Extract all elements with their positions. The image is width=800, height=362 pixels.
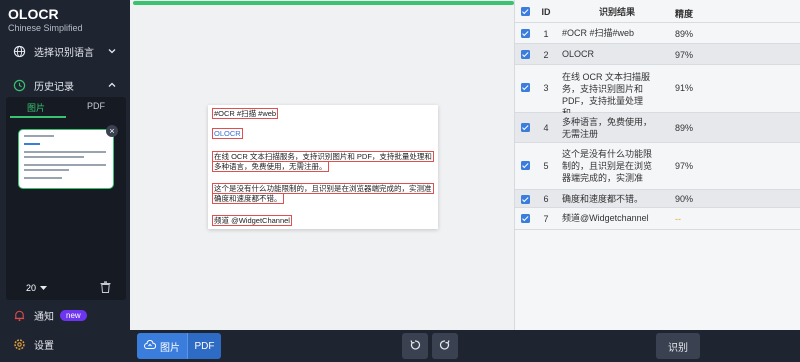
document-preview: #OCR #扫描 #web OLOCR 在线 OCR 文本扫描服务，支持识别图片… bbox=[208, 105, 438, 229]
settings-label: 设置 bbox=[34, 340, 54, 352]
history-label: 历史记录 bbox=[34, 81, 74, 93]
row-text: 在线 OCR 文本扫描服务，支持识别图片和PDF，支持批量处理和 bbox=[562, 72, 651, 118]
row-id: 6 bbox=[543, 194, 549, 204]
image-button-label: 图片 bbox=[160, 342, 180, 354]
history-panel: 图片 PDF × 20 bbox=[6, 97, 126, 300]
header-result: 识别结果 bbox=[598, 7, 635, 17]
new-badge: new bbox=[60, 309, 87, 321]
row-checkbox[interactable] bbox=[521, 161, 530, 170]
upload-button-group: 图片 PDF bbox=[137, 333, 221, 359]
recognize-button[interactable]: 识别 bbox=[656, 333, 700, 359]
gear-icon bbox=[12, 337, 26, 351]
history-toggle[interactable]: 历史记录 bbox=[0, 74, 130, 96]
table-row[interactable]: 3 在线 OCR 文本扫描服务，支持识别图片和PDF，支持批量处理和 91% bbox=[515, 65, 800, 118]
upload-image-button[interactable]: 图片 bbox=[137, 333, 187, 359]
row-checkbox[interactable] bbox=[521, 29, 530, 38]
table-row[interactable]: 7 频道@Widgetchannel -- bbox=[515, 208, 800, 230]
row-accuracy: 89% bbox=[675, 123, 694, 133]
sidebar: OLOCR Chinese Simplified 选择识别语言 历史记录 图片 … bbox=[0, 0, 130, 362]
row-accuracy: 90% bbox=[675, 194, 694, 204]
cloud-upload-icon bbox=[144, 339, 157, 353]
row-accuracy: 89% bbox=[675, 29, 694, 39]
globe-icon bbox=[12, 44, 26, 58]
results-table: ID 识别结果 精度 1 #OCR #扫描#web 89% 2 OLOCR 97… bbox=[514, 0, 800, 330]
row-id: 7 bbox=[543, 214, 549, 224]
ocr-box[interactable]: 确度和速度都不错。 bbox=[212, 193, 284, 204]
language-select-label: 选择识别语言 bbox=[34, 47, 94, 59]
history-thumbnail[interactable] bbox=[18, 129, 114, 189]
row-text: 确度和速度都不错。 bbox=[562, 194, 644, 204]
right-bottom-bar bbox=[714, 330, 800, 362]
row-accuracy: 91% bbox=[675, 83, 694, 93]
table-row[interactable]: 2 OLOCR 97% bbox=[515, 44, 800, 65]
bottom-toolbar: 图片 PDF 识别 bbox=[130, 330, 714, 362]
ocr-box[interactable]: 多种语言，免费使用，无需注册。 bbox=[212, 161, 329, 172]
page-size-select[interactable]: 20 bbox=[26, 283, 48, 293]
row-id: 1 bbox=[543, 29, 549, 39]
caret-down-icon bbox=[40, 283, 48, 293]
row-checkbox[interactable] bbox=[521, 83, 530, 92]
ocr-box[interactable]: #OCR #扫描 #web bbox=[212, 108, 279, 119]
table-row[interactable]: 5 这个是没有什么功能限制的，且识别是在浏览器端完成的，实测准 97% bbox=[515, 143, 800, 190]
row-checkbox[interactable] bbox=[521, 50, 530, 59]
header-accuracy: 精度 bbox=[675, 9, 694, 19]
table-row[interactable]: 1 #OCR #扫描#web 89% bbox=[515, 23, 800, 44]
preview-area: #OCR #扫描 #web OLOCR 在线 OCR 文本扫描服务，支持识别图片… bbox=[130, 0, 514, 330]
row-text: 频道@Widgetchannel bbox=[562, 213, 649, 223]
clock-icon bbox=[12, 78, 26, 92]
notifications[interactable]: 通知 new bbox=[0, 304, 130, 326]
table-row[interactable]: 4 多种语言，免费使用，无需注册 89% bbox=[515, 113, 800, 143]
close-icon[interactable]: × bbox=[106, 125, 118, 137]
page-size-value: 20 bbox=[26, 283, 37, 293]
active-tab-indicator bbox=[10, 116, 66, 118]
tab-image[interactable]: 图片 bbox=[6, 101, 66, 114]
chevron-up-icon bbox=[106, 79, 118, 91]
rotate-left-icon bbox=[409, 339, 421, 354]
row-accuracy: -- bbox=[675, 214, 681, 224]
row-text: #OCR #扫描#web bbox=[562, 28, 635, 38]
progress-bar bbox=[133, 1, 514, 5]
language-select[interactable]: 选择识别语言 bbox=[0, 40, 130, 62]
rotate-right-button[interactable] bbox=[432, 333, 458, 359]
bell-icon bbox=[12, 308, 26, 322]
row-accuracy: 97% bbox=[675, 161, 694, 171]
notify-label: 通知 bbox=[34, 311, 54, 323]
row-text: 多种语言，免费使用，无需注册 bbox=[562, 117, 653, 139]
trash-icon[interactable] bbox=[100, 281, 111, 293]
select-all-checkbox[interactable] bbox=[521, 7, 530, 16]
row-id: 4 bbox=[543, 123, 549, 133]
rotate-left-button[interactable] bbox=[402, 333, 428, 359]
table-header: ID 识别结果 精度 bbox=[515, 0, 800, 23]
header-id: ID bbox=[541, 7, 551, 17]
tab-pdf[interactable]: PDF bbox=[66, 101, 126, 111]
row-checkbox[interactable] bbox=[521, 214, 530, 223]
row-checkbox[interactable] bbox=[521, 195, 530, 204]
ocr-box[interactable]: 频道 @WidgetChannel bbox=[212, 215, 292, 226]
settings[interactable]: 设置 bbox=[0, 333, 130, 355]
row-text: OLOCR bbox=[562, 49, 595, 59]
current-language: Chinese Simplified bbox=[8, 23, 83, 33]
row-id: 3 bbox=[543, 83, 549, 93]
chevron-down-icon bbox=[106, 45, 118, 57]
row-accuracy: 97% bbox=[675, 50, 694, 60]
upload-pdf-button[interactable]: PDF bbox=[187, 333, 221, 359]
row-id: 5 bbox=[543, 161, 549, 171]
row-text: 这个是没有什么功能限制的，且识别是在浏览器端完成的，实测准 bbox=[562, 149, 653, 183]
ocr-box[interactable]: OLOCR bbox=[212, 128, 243, 139]
row-checkbox[interactable] bbox=[521, 123, 530, 132]
app-logo: OLOCR bbox=[8, 6, 59, 22]
row-id: 2 bbox=[543, 50, 549, 60]
table-row[interactable]: 6 确度和速度都不错。 90% bbox=[515, 190, 800, 208]
rotate-right-icon bbox=[439, 339, 451, 354]
